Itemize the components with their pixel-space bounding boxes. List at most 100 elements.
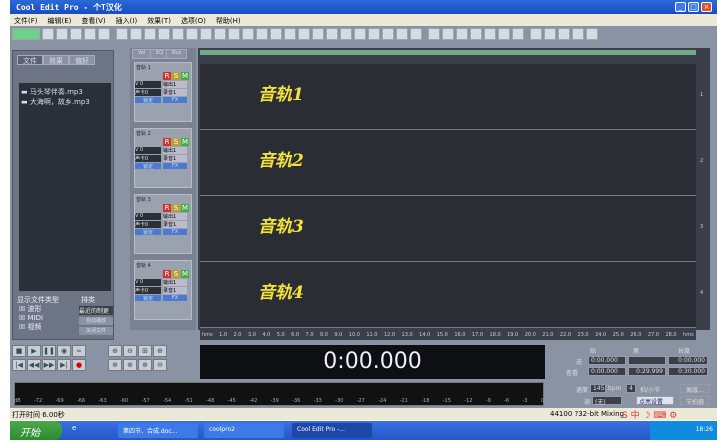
track-lane[interactable]: 音轨2 2 [200, 130, 703, 196]
toolbar-button-icon[interactable] [158, 28, 170, 40]
metronome-settings-select[interactable]: 点亮设置 [636, 396, 674, 406]
solo-button[interactable]: S [172, 138, 180, 146]
toolbar-button-icon[interactable] [56, 28, 68, 40]
loop-button[interactable]: ∞ [72, 345, 86, 357]
zoom-out-icon[interactable]: ⊖ [123, 345, 137, 357]
tab-bus[interactable]: Bus [166, 49, 188, 59]
play-to-end-button[interactable]: ◉ [57, 345, 71, 357]
output-button[interactable]: 输出1 [163, 213, 187, 220]
fx-button[interactable]: FX [163, 295, 187, 301]
device-field[interactable]: 声卡0 [135, 155, 161, 162]
toolbar-button-icon[interactable] [12, 28, 40, 40]
tab-files[interactable]: 文件 [17, 55, 43, 65]
go-start-button[interactable]: |◀ [12, 359, 26, 371]
zoom-in-icon[interactable]: ⊕ [108, 345, 122, 357]
toolbar-button-icon[interactable] [214, 28, 226, 40]
toolbar-button-icon[interactable] [200, 28, 212, 40]
close-button[interactable]: × [701, 2, 712, 12]
fx-button[interactable]: FX [163, 163, 187, 169]
play-button[interactable]: ▶ [27, 345, 41, 357]
key-select[interactable]: (无) [592, 396, 622, 406]
toolbar-button-icon[interactable] [98, 28, 110, 40]
minimize-button[interactable]: _ [675, 2, 686, 12]
sel-length-field[interactable]: 0:00.000 [668, 356, 708, 365]
record-input-button[interactable]: 录音1 [163, 287, 187, 294]
tab-effects[interactable]: 效果 [43, 55, 69, 65]
toolbar-button-icon[interactable] [340, 28, 352, 40]
toolbar-button-icon[interactable] [470, 28, 482, 40]
go-end-button[interactable]: ▶| [57, 359, 71, 371]
zoom-selection-icon[interactable]: ⊕ [138, 359, 152, 371]
mute-button[interactable]: M [181, 138, 189, 146]
view-begin-field[interactable]: 0:00.000 [588, 367, 626, 376]
type-video-checkbox[interactable]: ☒ 视频 [19, 323, 43, 332]
menu-options[interactable]: 选项(O) [181, 16, 206, 25]
toolbar-button-icon[interactable] [144, 28, 156, 40]
toolbar-button-icon[interactable] [368, 28, 380, 40]
toolbar-button-icon[interactable] [70, 28, 82, 40]
tab-favorites[interactable]: 偏好 [69, 55, 95, 65]
toolbar-button-icon[interactable] [396, 28, 408, 40]
maximize-button[interactable]: □ [688, 2, 699, 12]
zoom-left-icon[interactable]: ⊕ [108, 359, 122, 371]
beats-field[interactable]: 4 [626, 384, 636, 393]
view-length-field[interactable]: 0:30.000 [668, 367, 708, 376]
toolbar-button-icon[interactable] [530, 28, 542, 40]
toolbar-button-icon[interactable] [186, 28, 198, 40]
toolbar-button-icon[interactable] [116, 28, 128, 40]
record-arm-button[interactable]: R [163, 204, 171, 212]
zoom-right-icon[interactable]: ⊕ [123, 359, 137, 371]
tempo-field[interactable]: 145 [590, 384, 606, 393]
rewind-button[interactable]: ◀◀ [27, 359, 41, 371]
solo-button[interactable]: S [172, 72, 180, 80]
zoom-full-icon[interactable]: ⊞ [138, 345, 152, 357]
mute-button[interactable]: M [181, 270, 189, 278]
taskbar-item-folder[interactable]: coolpro2 [204, 423, 284, 438]
list-item[interactable]: ▬ 马头琴伴奏.mp3 [21, 87, 109, 97]
file-list[interactable]: ▬ 马头琴伴奏.mp3 ▬ 大海啊，故乡.mp3 [19, 83, 111, 291]
device-field[interactable]: 声卡0 [135, 287, 161, 294]
toolbar-button-icon[interactable] [382, 28, 394, 40]
metronome-button[interactable]: 节拍器 [680, 396, 710, 406]
toolbar-button-icon[interactable] [256, 28, 268, 40]
overview-bar[interactable] [200, 50, 696, 55]
toolbar-button-icon[interactable] [586, 28, 598, 40]
toolbar-button-icon[interactable] [270, 28, 282, 40]
fx-button[interactable]: FX [163, 229, 187, 235]
toolbar-button-icon[interactable] [284, 28, 296, 40]
record-input-button[interactable]: 录音1 [163, 221, 187, 228]
type-midi-checkbox[interactable]: ☒ MIDI [19, 314, 43, 323]
output-button[interactable]: 输出1 [163, 81, 187, 88]
record-arm-button[interactable]: R [163, 270, 171, 278]
toolbar-button-icon[interactable] [456, 28, 468, 40]
ime-toolbar-icon[interactable]: S 中 ☽ ⌨ ⚙ [622, 408, 677, 421]
zoom-vertical-in-icon[interactable]: ⊕ [153, 345, 167, 357]
toolbar-button-icon[interactable] [172, 28, 184, 40]
record-input-button[interactable]: 录音1 [163, 89, 187, 96]
record-button[interactable]: ● [72, 359, 86, 371]
track-lane[interactable]: 音轨1 1 [200, 64, 703, 130]
toolbar-button-icon[interactable] [312, 28, 324, 40]
toolbar-button-icon[interactable] [558, 28, 570, 40]
tab-vol[interactable]: Vol [132, 49, 152, 59]
type-wave-checkbox[interactable]: ☒ 波形 [19, 305, 43, 314]
taskbar-item-cooledit[interactable]: Cool Edit Pro -... [292, 423, 372, 438]
mute-button[interactable]: M [181, 204, 189, 212]
view-end-field[interactable]: 0:29.999 [628, 367, 666, 376]
menu-effects[interactable]: 效果(T) [147, 16, 171, 25]
volume-field[interactable]: V 0 [135, 81, 161, 88]
auto-play-button[interactable]: 自动播放 [79, 317, 113, 325]
volume-field[interactable]: V 0 [135, 147, 161, 154]
sort-select[interactable]: 最近的制更 [79, 306, 113, 315]
toolbar-button-icon[interactable] [512, 28, 524, 40]
sel-begin-field[interactable]: 0:00.000 [588, 356, 626, 365]
toolbar-button-icon[interactable] [242, 28, 254, 40]
track-lane[interactable]: 音轨3 3 [200, 196, 703, 262]
record-arm-button[interactable]: R [163, 138, 171, 146]
solo-button[interactable]: S [172, 270, 180, 278]
menu-help[interactable]: 帮助(H) [216, 16, 241, 25]
pause-button[interactable]: ❚❚ [42, 345, 56, 357]
record-input-button[interactable]: 录音1 [163, 155, 187, 162]
mute-button[interactable]: M [181, 72, 189, 80]
zoom-vertical-out-icon[interactable]: ⊖ [153, 359, 167, 371]
